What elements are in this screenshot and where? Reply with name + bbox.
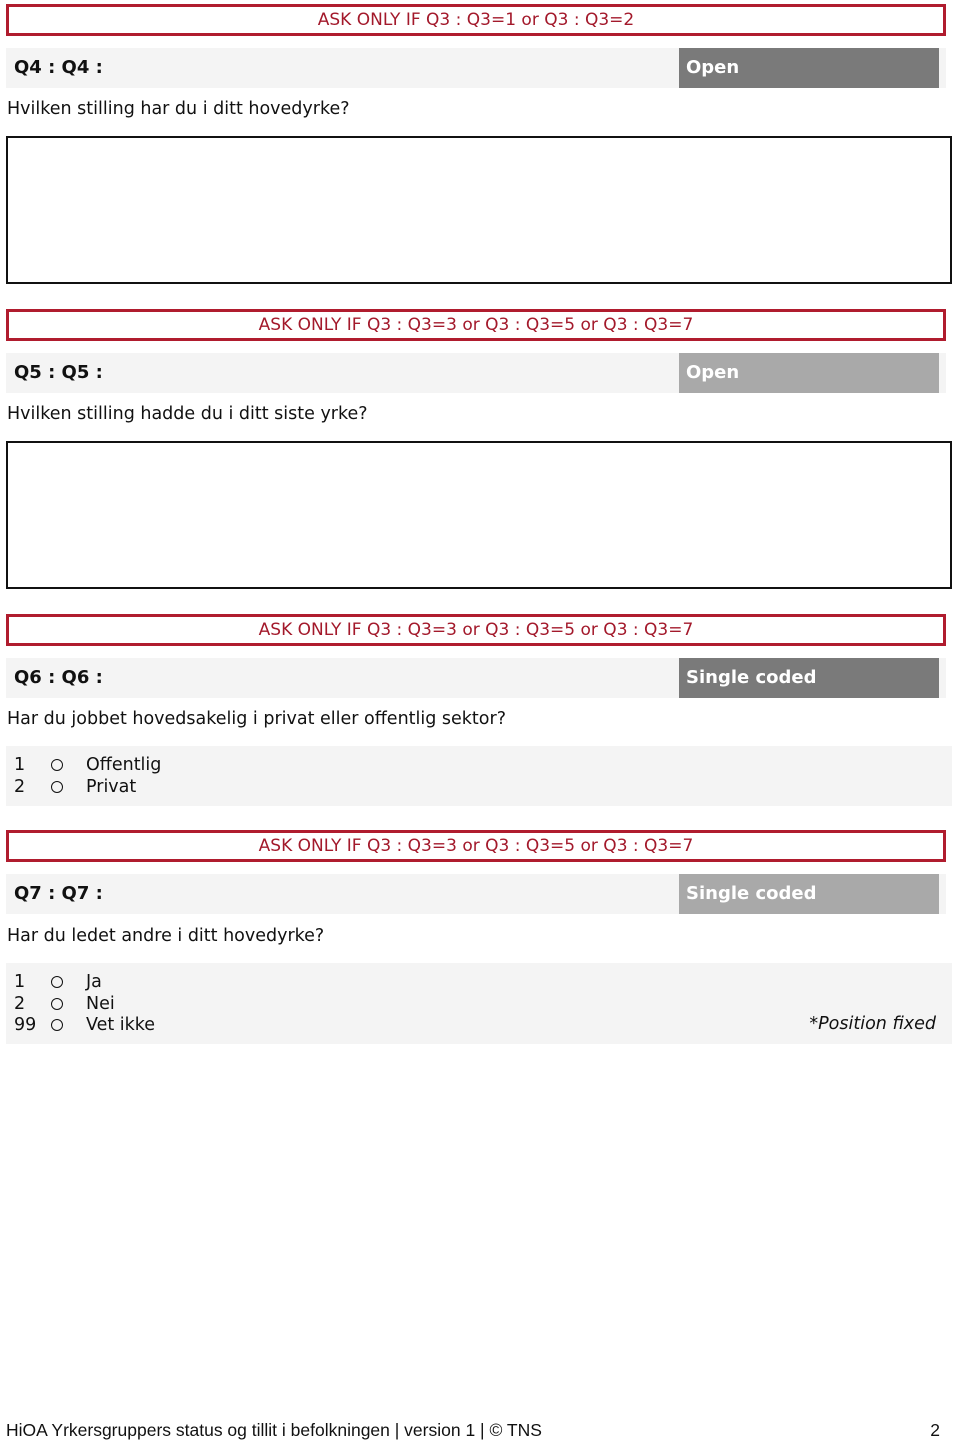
radio-icon[interactable] [51, 781, 63, 793]
option-code: 2 [14, 777, 26, 797]
q7-id: Q7 : Q7 : [14, 883, 103, 904]
page-footer: HiOA Yrkersgruppers status og tillit i b… [6, 1420, 940, 1441]
option-code: 99 [14, 1015, 37, 1035]
q6-condition-banner: ASK ONLY IF Q3 : Q3=3 or Q3 : Q3=5 or Q3… [6, 614, 946, 646]
option-label: Privat [86, 777, 137, 797]
q7-header: Q7 : Q7 : Single coded [6, 874, 946, 914]
option-code: 1 [14, 755, 26, 775]
q4-question-text: Hvilken stilling har du i ditt hovedyrke… [7, 99, 350, 119]
option-code: 2 [14, 994, 26, 1014]
q4-condition-banner: ASK ONLY IF Q3 : Q3=1 or Q3 : Q3=2 [6, 4, 946, 36]
q5-header: Q5 : Q5 : Open [6, 353, 946, 393]
q4-header: Q4 : Q4 : Open [6, 48, 946, 88]
option-code: 1 [14, 972, 26, 992]
q6-type-badge: Single coded [679, 658, 939, 698]
q5-question-text: Hvilken stilling hadde du i ditt siste y… [7, 404, 368, 424]
q5-open-answer-box[interactable] [6, 441, 952, 589]
q6-answer-list: 1 Offentlig 2 Privat [6, 746, 952, 806]
q7-question-text: Har du ledet andre i ditt hovedyrke? [7, 926, 325, 946]
q4-open-answer-box[interactable] [6, 136, 952, 284]
option-label: Ja [86, 972, 102, 992]
q5-id: Q5 : Q5 : [14, 362, 103, 383]
q5-type-badge: Open [679, 353, 939, 393]
q6-id: Q6 : Q6 : [14, 667, 103, 688]
option-label: Nei [86, 994, 115, 1014]
q7-condition-banner: ASK ONLY IF Q3 : Q3=3 or Q3 : Q3=5 or Q3… [6, 830, 946, 862]
radio-icon[interactable] [51, 1019, 63, 1031]
radio-icon[interactable] [51, 759, 63, 771]
radio-icon[interactable] [51, 998, 63, 1010]
position-fixed-note: *Position fixed [809, 1014, 936, 1034]
q4-type-badge: Open [679, 48, 939, 88]
footer-title: HiOA Yrkersgruppers status og tillit i b… [6, 1420, 542, 1440]
q7-type-badge: Single coded [679, 874, 939, 914]
option-label: Offentlig [86, 755, 162, 775]
q7-answer-list: 1 Ja 2 Nei 99 Vet ikke *Position fixed [6, 963, 952, 1044]
radio-icon[interactable] [51, 976, 63, 988]
q6-header: Q6 : Q6 : Single coded [6, 658, 946, 698]
q6-question-text: Har du jobbet hovedsakelig i privat elle… [7, 709, 506, 729]
q5-condition-banner: ASK ONLY IF Q3 : Q3=3 or Q3 : Q3=5 or Q3… [6, 309, 946, 341]
q4-id: Q4 : Q4 : [14, 57, 103, 78]
page-number: 2 [930, 1420, 940, 1440]
option-label: Vet ikke [86, 1015, 156, 1035]
